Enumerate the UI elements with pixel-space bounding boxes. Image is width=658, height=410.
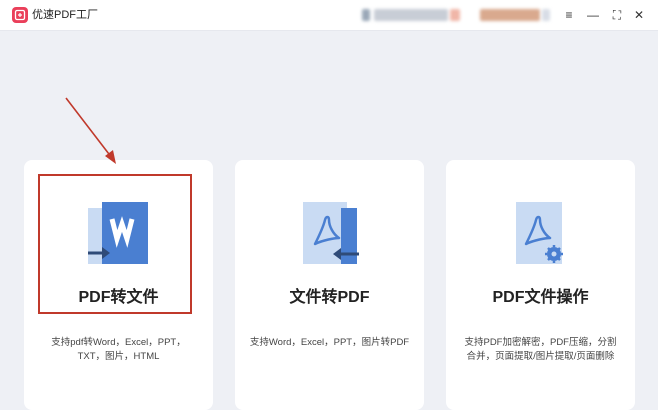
annotation-arrow-icon [65,97,116,164]
card-title: 文件转PDF [289,289,370,306]
app-logo-icon [12,7,28,23]
app-title: 优速PDF工厂 [32,9,98,21]
card-description: 支持PDF加密解密，PDF压缩，分割合并，页面提取/图片提取/页面删除 [464,337,617,362]
title-bar: 优速PDF工厂 ≡ — ⛶ ✕ [0,0,658,31]
card-pdf-operations[interactable]: PDF文件操作 支持PDF加密解密，PDF压缩，分割合并，页面提取/图片提取/页… [446,160,635,410]
maximize-icon[interactable]: ⛶ [608,6,626,24]
highlight-box [38,174,192,314]
file-to-pdf-icon [303,202,359,264]
card-title: PDF文件操作 [492,289,589,306]
pdf-operations-icon [516,202,563,264]
card-description: 支持pdf转Word，Excel，PPT，TXT，图片，HTML [51,337,186,362]
card-description: 支持Word，Excel，PPT，图片转PDF [249,337,410,348]
close-icon[interactable]: ✕ [630,6,648,24]
card-file-to-pdf[interactable]: 文件转PDF 支持Word，Excel，PPT，图片转PDF [235,160,424,410]
menu-icon[interactable]: ≡ [560,6,578,24]
minimize-icon[interactable]: — [584,6,602,24]
account-info[interactable] [362,9,550,21]
